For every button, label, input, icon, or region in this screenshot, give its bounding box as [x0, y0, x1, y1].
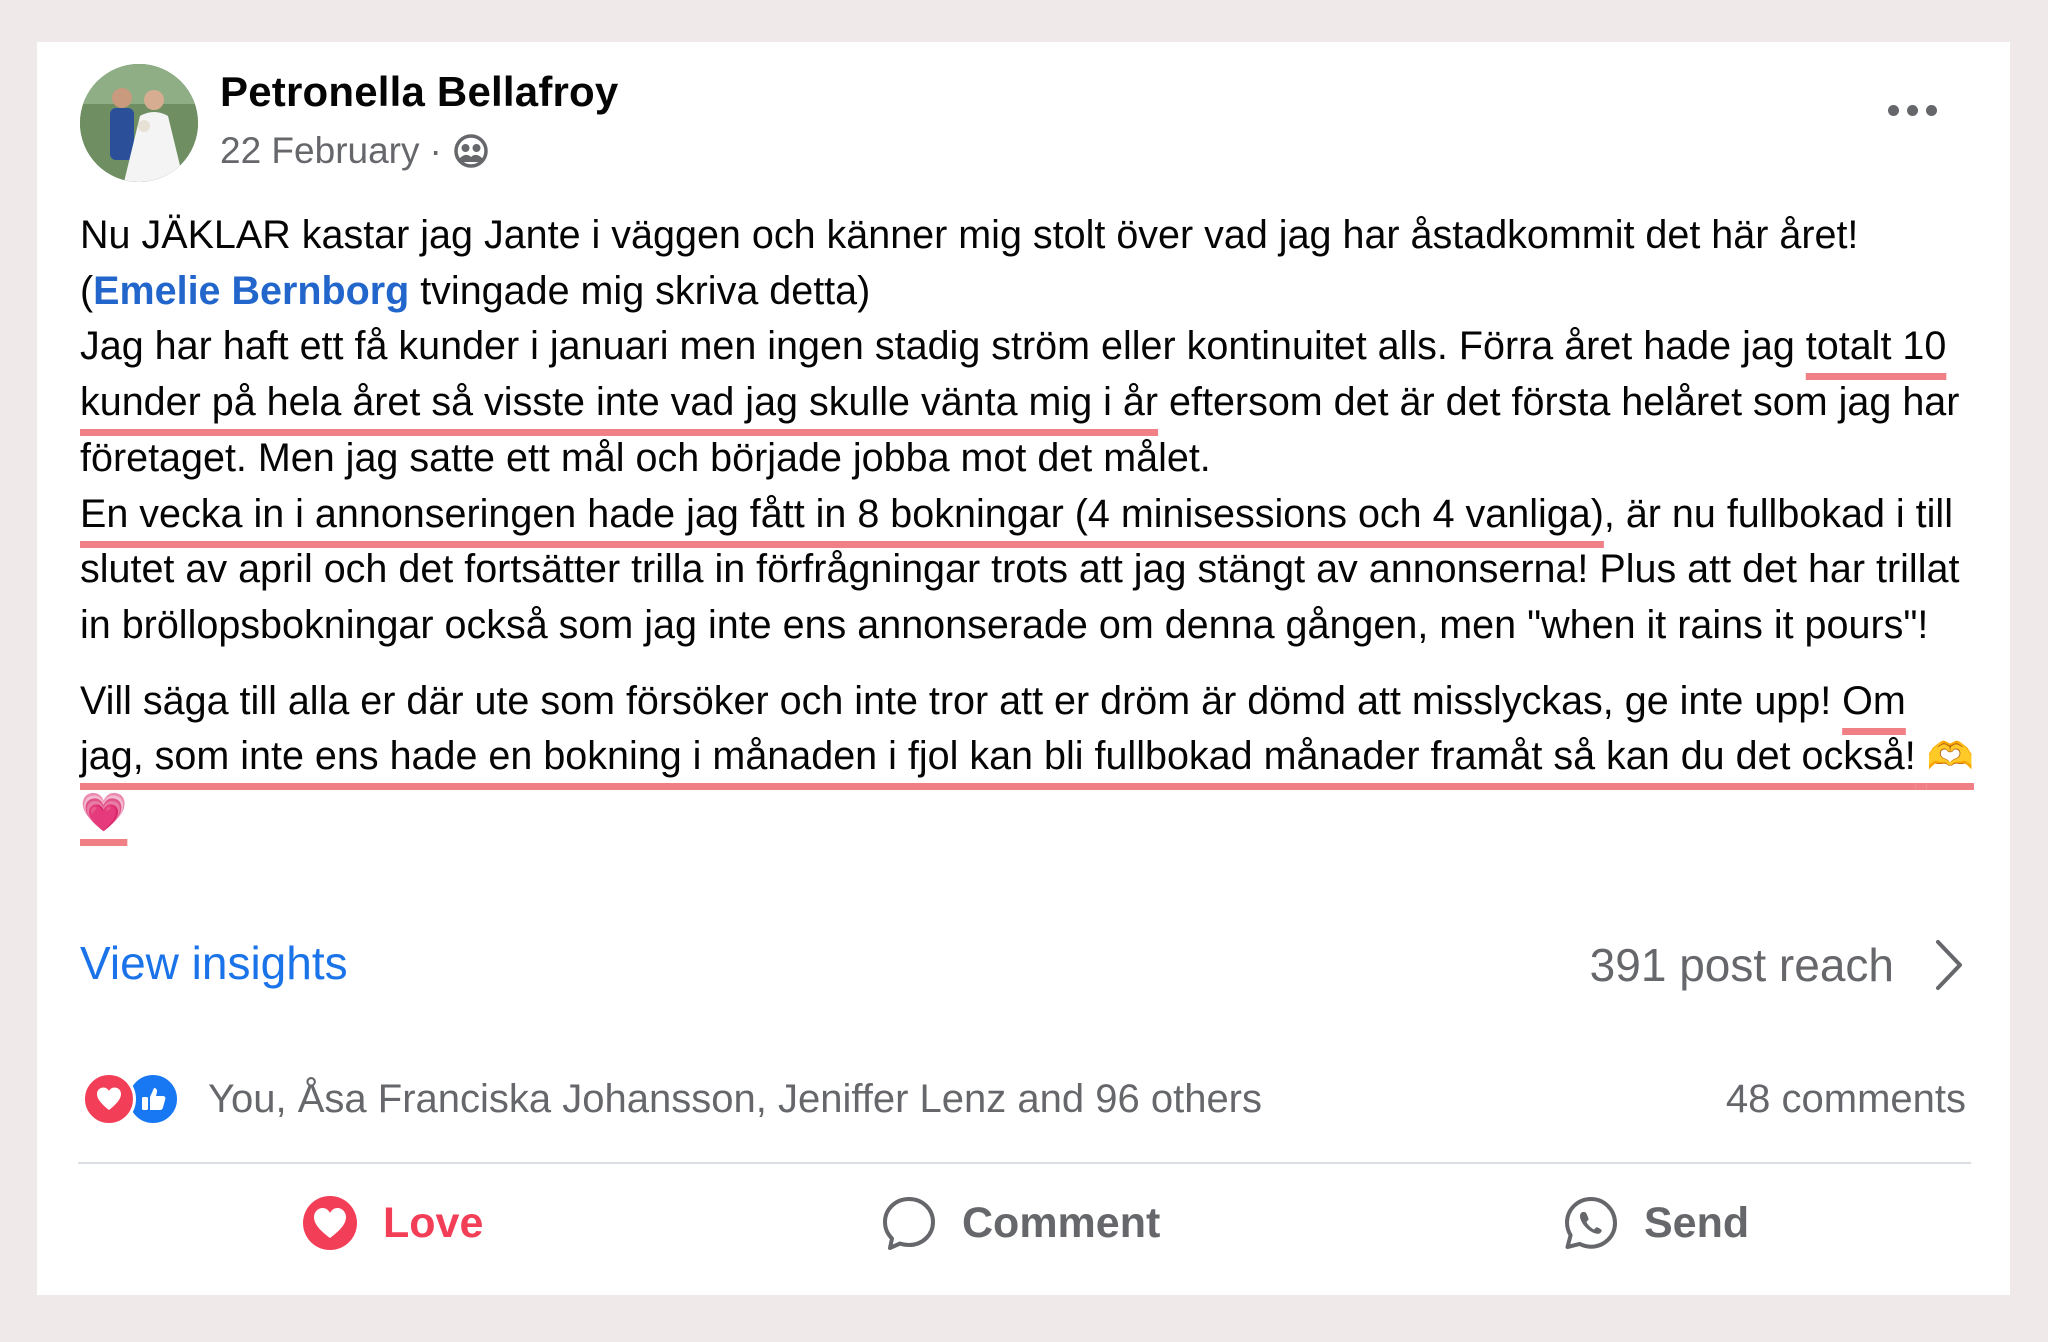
heart-hands-emoji-icon: 🫶 [1926, 734, 1974, 779]
post-reach-text: 391 post reach [1589, 939, 1894, 991]
post-paragraph-1: Nu JÄKLAR kastar jag Jante i väggen och … [80, 208, 1980, 654]
post-text-segment: Jag har haft ett få kunder i januari men… [80, 324, 1806, 369]
more-options-button[interactable] [1888, 105, 1937, 116]
post-text-segment: Vill säga till alla er där ute som försö… [80, 678, 1843, 723]
view-insights-link[interactable]: View insights [80, 936, 348, 990]
divider [78, 1162, 1971, 1164]
more-dot-icon [1907, 105, 1918, 116]
reaction-icons[interactable] [82, 1072, 180, 1126]
send-label: Send [1644, 1198, 1750, 1247]
love-button[interactable]: Love [301, 1194, 483, 1252]
comment-button[interactable]: Comment [880, 1194, 1160, 1252]
chevron-right-icon [1936, 940, 1962, 990]
more-dot-icon [1926, 105, 1937, 116]
send-button[interactable]: Send [1562, 1194, 1749, 1252]
post-paragraph-2: Vill säga till alla er där ute som försö… [80, 674, 1980, 841]
post-text-segment: tvingade mig skriva detta) [409, 268, 871, 313]
more-dot-icon [1888, 105, 1899, 116]
post-date[interactable]: 22 February [220, 130, 420, 172]
comment-label: Comment [962, 1198, 1161, 1247]
avatar-photo [80, 64, 198, 182]
love-label: Love [383, 1198, 484, 1247]
highlighted-text: En vecka in i annonseringen hade jag fåt… [80, 491, 1604, 536]
pink-heart-emoji-icon: 💗 [80, 790, 128, 835]
whatsapp-icon [1565, 1197, 1617, 1249]
love-reaction-icon [82, 1072, 136, 1126]
post-text: Nu JÄKLAR kastar jag Jante i väggen och … [80, 208, 1980, 841]
friends-icon [452, 132, 490, 170]
comments-count[interactable]: 48 comments [1726, 1077, 1966, 1122]
author-avatar[interactable] [80, 64, 198, 182]
post-reach-button[interactable]: 391 post reach [1590, 936, 1966, 994]
love-icon [303, 1196, 357, 1250]
reaction-names[interactable]: You, Åsa Franciska Johansson, Jeniffer L… [208, 1077, 1262, 1122]
author-name[interactable]: Petronella Bellafroy [220, 68, 618, 116]
meta-separator: · [429, 130, 442, 171]
post-meta: 22 February · [220, 130, 490, 172]
mention-link[interactable]: Emelie Bernborg [93, 269, 409, 313]
comment-icon [883, 1197, 935, 1250]
